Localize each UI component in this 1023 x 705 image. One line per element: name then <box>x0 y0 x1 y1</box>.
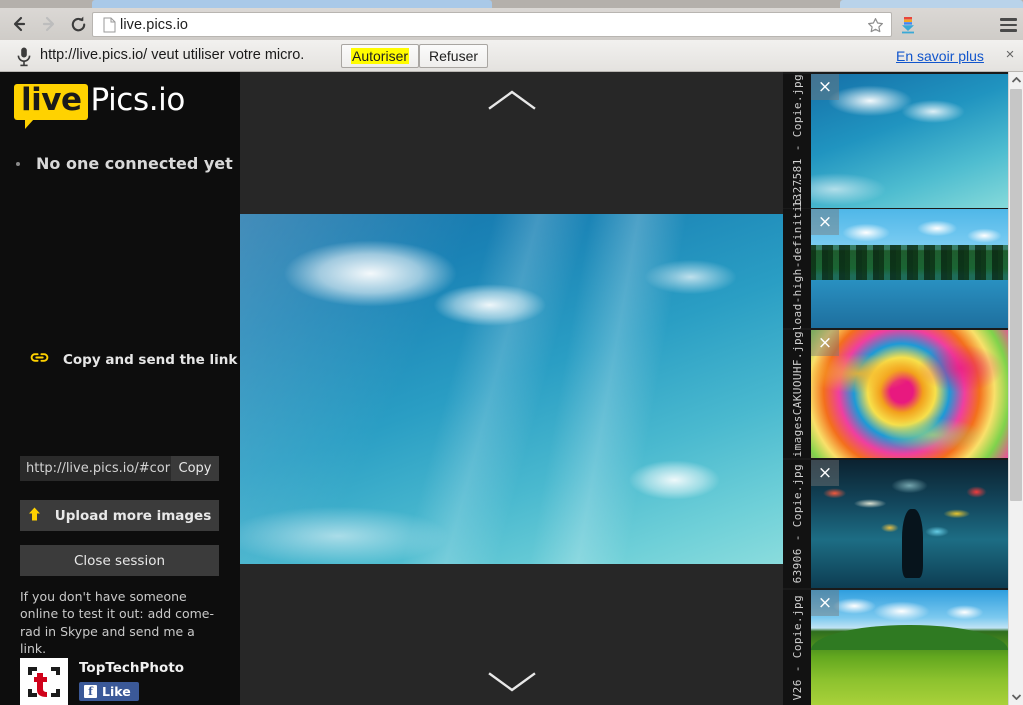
image-viewer <box>240 72 783 705</box>
current-image[interactable] <box>240 214 783 564</box>
copy-button[interactable]: Copy <box>171 456 219 481</box>
hamburger-menu-icon[interactable] <box>1000 14 1018 36</box>
status-dot-icon <box>16 161 20 166</box>
navigation-toolbar: live.pics.io <box>0 8 1023 40</box>
chain-link-icon <box>30 350 49 370</box>
learn-more-link[interactable]: En savoir plus <box>896 48 984 64</box>
thumbnail-item[interactable]: 63906 - Copie.jpg × <box>783 460 1008 588</box>
share-link-row: http://live.pics.io/#cor Copy <box>20 456 219 481</box>
thumbnail-filename-label: imagesCAKUOUHF.jpg <box>783 330 811 458</box>
helper-note: If you don't have someone online to test… <box>20 589 215 656</box>
browser-chrome: live.pics.io <box>0 0 1023 40</box>
share-link-input[interactable]: http://live.pics.io/#cor <box>20 456 171 481</box>
thumbnail-image[interactable]: × <box>811 460 1008 588</box>
upload-button-label: Upload more images <box>54 507 212 524</box>
back-arrow-icon[interactable] <box>6 12 32 36</box>
upload-more-images-button[interactable]: Upload more images <box>20 500 219 531</box>
upload-arrow-icon <box>28 507 41 525</box>
reload-icon[interactable] <box>65 12 91 36</box>
remove-thumbnail-icon[interactable]: × <box>811 330 839 356</box>
thumbnail-rail[interactable]: 1327581 - Copie.jpg × download-high-defi… <box>783 72 1008 705</box>
current-image-art <box>240 214 783 564</box>
close-session-button[interactable]: Close session <box>20 545 219 576</box>
remove-thumbnail-icon[interactable]: × <box>811 209 839 235</box>
copy-link-heading: Copy and send the link <box>30 350 237 370</box>
thumbnail-filename-text: imagesCAKUOUHF.jpg <box>790 330 804 458</box>
tab-strip <box>0 0 1023 8</box>
thumbnail-item[interactable]: 1327581 - Copie.jpg × <box>783 74 1008 208</box>
connection-status: No one connected yet <box>16 154 233 173</box>
brand-block: TopTechPhoto f Like <box>20 658 184 705</box>
permission-infobar: http://live.pics.io/ veut utiliser votre… <box>0 40 1023 72</box>
thumbnail-item[interactable]: V26 - Copie.jpg × <box>783 590 1008 705</box>
app-sidebar: live Pics.io No one connected yet Copy a… <box>0 72 240 705</box>
scroll-down-arrow-icon[interactable] <box>1009 689 1023 705</box>
brand-info: TopTechPhoto f Like <box>79 658 184 705</box>
logo-mark-text: live <box>21 82 82 118</box>
allow-button[interactable]: Autoriser <box>341 44 420 68</box>
thumbnail-filename-label: download-high-definitio... <box>783 177 811 360</box>
deny-button[interactable]: Refuser <box>419 44 489 68</box>
remove-thumbnail-icon[interactable]: × <box>811 590 839 616</box>
thumbnail-image[interactable]: × <box>811 330 1008 458</box>
remove-thumbnail-icon[interactable]: × <box>811 74 839 100</box>
microphone-icon <box>14 46 34 67</box>
thumbnail-art <box>811 590 1008 705</box>
copy-link-heading-text: Copy and send the link <box>63 352 238 368</box>
facebook-like-label: Like <box>102 684 131 699</box>
thumbnail-art <box>811 330 1008 458</box>
page-scrollbar[interactable] <box>1008 72 1023 705</box>
chevron-up-icon[interactable] <box>482 86 542 116</box>
active-tab[interactable] <box>92 0 492 8</box>
address-bar[interactable]: live.pics.io <box>92 12 892 37</box>
remove-thumbnail-icon[interactable]: × <box>811 460 839 486</box>
thumbnail-image[interactable]: × <box>811 209 1008 328</box>
toptechphoto-logo-icon <box>20 658 68 705</box>
thumbnail-filename-text: V26 - Copie.jpg <box>790 594 804 701</box>
browser-window: live.pics.io http://live.pics.io/ veut u… <box>0 0 1023 705</box>
close-icon[interactable]: × <box>1002 46 1018 62</box>
page-viewport: live Pics.io No one connected yet Copy a… <box>0 72 1023 705</box>
thumbnail-filename-text: 63906 - Copie.jpg <box>790 464 804 584</box>
thumbnail-item[interactable]: download-high-definitio... × <box>783 177 1008 360</box>
facebook-icon: f <box>84 685 97 698</box>
thumbnail-image[interactable]: × <box>811 590 1008 705</box>
allow-button-label: Autoriser <box>351 48 410 64</box>
livepics-logo: live Pics.io <box>14 82 185 129</box>
thumbnail-art <box>811 209 1008 328</box>
thumbnail-filename-label: 63906 - Copie.jpg <box>783 460 811 588</box>
thumbnail-filename-label: V26 - Copie.jpg <box>783 590 811 705</box>
thumbnail-art <box>811 74 1008 208</box>
star-icon[interactable] <box>865 16 885 35</box>
page-document-icon <box>98 17 120 33</box>
download-icon[interactable] <box>897 14 919 36</box>
logo-rest-text: Pics.io <box>90 82 185 118</box>
thumbnail-item[interactable]: imagesCAKUOUHF.jpg × <box>783 330 1008 458</box>
forward-arrow-icon[interactable] <box>36 12 62 36</box>
thumbnail-image[interactable]: × <box>811 74 1008 208</box>
brand-name: TopTechPhoto <box>79 660 185 676</box>
thumbnail-art <box>811 460 1008 588</box>
inactive-tab[interactable] <box>840 0 1023 8</box>
deny-button-label: Refuser <box>429 48 479 64</box>
close-session-label: Close session <box>73 552 166 569</box>
facebook-like-button[interactable]: f Like <box>79 682 139 701</box>
scrollbar-thumb[interactable] <box>1010 89 1022 501</box>
address-bar-text: live.pics.io <box>120 16 189 33</box>
permission-message: http://live.pics.io/ veut utiliser votre… <box>40 47 305 63</box>
logo-bubble-icon: live <box>14 82 89 129</box>
scroll-up-arrow-icon[interactable] <box>1009 72 1023 88</box>
connection-status-text: No one connected yet <box>36 154 233 173</box>
chevron-down-icon[interactable] <box>482 666 542 696</box>
